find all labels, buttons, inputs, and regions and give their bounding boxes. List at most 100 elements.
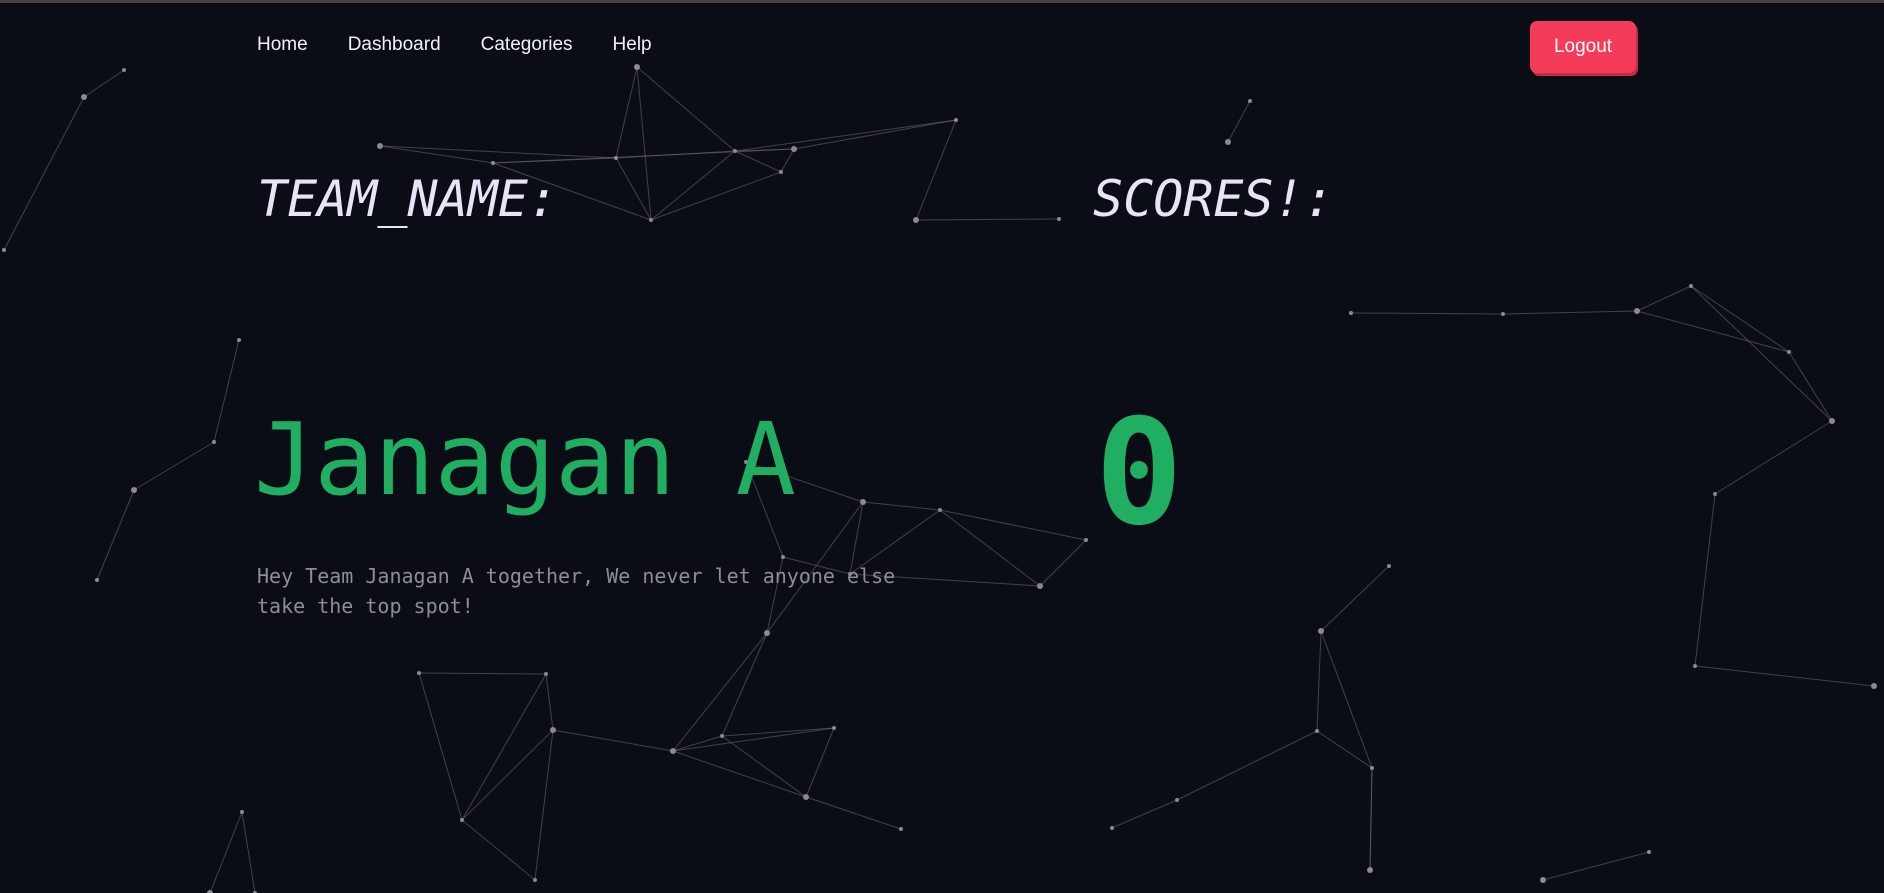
network-line xyxy=(1320,630,1373,769)
network-node xyxy=(1057,217,1061,221)
network-line xyxy=(915,218,1060,221)
network-line xyxy=(805,727,835,798)
network-node xyxy=(1349,311,1353,315)
network-line xyxy=(793,119,957,150)
network-line xyxy=(461,819,536,881)
network-node xyxy=(954,118,958,122)
network-node xyxy=(81,94,87,100)
network-node xyxy=(1647,850,1651,854)
network-node xyxy=(240,810,244,814)
network-node xyxy=(1713,492,1717,496)
network-node xyxy=(899,827,903,831)
network-node xyxy=(1387,564,1391,568)
network-line xyxy=(1636,285,1692,312)
team-tagline: Hey Team Janagan A together, We never le… xyxy=(257,564,896,618)
network-line xyxy=(545,673,554,731)
network-node xyxy=(544,672,548,676)
network-node xyxy=(764,630,770,636)
network-node xyxy=(803,794,809,800)
network-line xyxy=(650,171,782,221)
network-line xyxy=(1111,799,1178,829)
network-line xyxy=(734,150,782,173)
network-node xyxy=(1871,683,1877,689)
network-line xyxy=(721,727,835,737)
network-node xyxy=(860,499,866,505)
network-line xyxy=(1227,100,1251,143)
network-line xyxy=(636,66,736,152)
network-line xyxy=(461,673,547,821)
network-line xyxy=(1320,565,1390,632)
network-node xyxy=(781,555,785,559)
network-node xyxy=(237,338,241,342)
network-line xyxy=(1690,285,1790,353)
network-line xyxy=(133,441,215,491)
network-line xyxy=(461,729,554,821)
network-line xyxy=(213,339,240,443)
nav-dashboard-link[interactable]: Dashboard xyxy=(348,34,441,56)
network-line xyxy=(1350,312,1504,315)
nav-home-link[interactable]: Home xyxy=(257,34,308,56)
network-node xyxy=(670,748,676,754)
network-node xyxy=(1248,99,1252,103)
network-line xyxy=(1690,285,1833,422)
network-line xyxy=(1694,665,1875,687)
network-line xyxy=(939,509,1087,541)
network-node xyxy=(1689,284,1693,288)
network-line xyxy=(492,148,795,164)
network-node xyxy=(1037,583,1043,589)
network-line xyxy=(241,811,256,893)
network-node xyxy=(1315,729,1319,733)
network-node xyxy=(913,217,919,223)
network-line xyxy=(1369,767,1373,871)
network-node xyxy=(791,146,797,152)
network-node xyxy=(1501,312,1505,316)
network-node xyxy=(938,508,942,512)
top-navigation: Home Dashboard Categories Help xyxy=(257,34,692,56)
nav-help-link[interactable]: Help xyxy=(613,34,652,56)
network-line xyxy=(672,727,835,752)
network-node xyxy=(122,68,126,72)
network-node xyxy=(1370,766,1374,770)
network-line xyxy=(780,148,795,173)
network-line xyxy=(534,729,554,881)
network-line xyxy=(915,119,957,221)
network-line xyxy=(96,489,135,581)
network-node xyxy=(614,156,618,160)
network-line xyxy=(1714,420,1833,495)
network-node xyxy=(377,143,383,149)
logout-button[interactable]: Logout xyxy=(1530,21,1636,73)
score-value: 0 xyxy=(1095,388,1183,558)
network-node xyxy=(2,248,6,252)
network-node xyxy=(1787,350,1791,354)
network-line xyxy=(379,145,617,159)
network-node xyxy=(779,170,783,174)
network-node xyxy=(649,218,653,222)
network-node xyxy=(1110,826,1114,830)
network-node xyxy=(95,578,99,582)
network-line xyxy=(1039,539,1087,587)
network-node xyxy=(1175,798,1179,802)
network-node xyxy=(1084,538,1088,542)
network-node xyxy=(491,161,495,165)
network-line xyxy=(418,672,547,675)
network-node xyxy=(417,671,421,675)
network-node xyxy=(720,734,724,738)
nav-categories-link[interactable]: Categories xyxy=(481,34,573,56)
network-line xyxy=(734,119,957,152)
network-node xyxy=(1634,308,1640,314)
network-line xyxy=(721,735,807,798)
network-node xyxy=(733,149,737,153)
network-line xyxy=(1316,730,1373,769)
network-line xyxy=(552,729,674,752)
network-line xyxy=(3,96,85,251)
network-node xyxy=(131,487,137,493)
network-line xyxy=(209,811,243,893)
network-line xyxy=(1542,851,1650,881)
network-line xyxy=(1316,630,1322,732)
network-line xyxy=(672,735,723,752)
network-line xyxy=(672,750,807,798)
team-name-value: Janagan A xyxy=(254,401,796,518)
network-node xyxy=(212,440,216,444)
network-node xyxy=(1318,628,1324,634)
network-line xyxy=(1694,493,1716,667)
